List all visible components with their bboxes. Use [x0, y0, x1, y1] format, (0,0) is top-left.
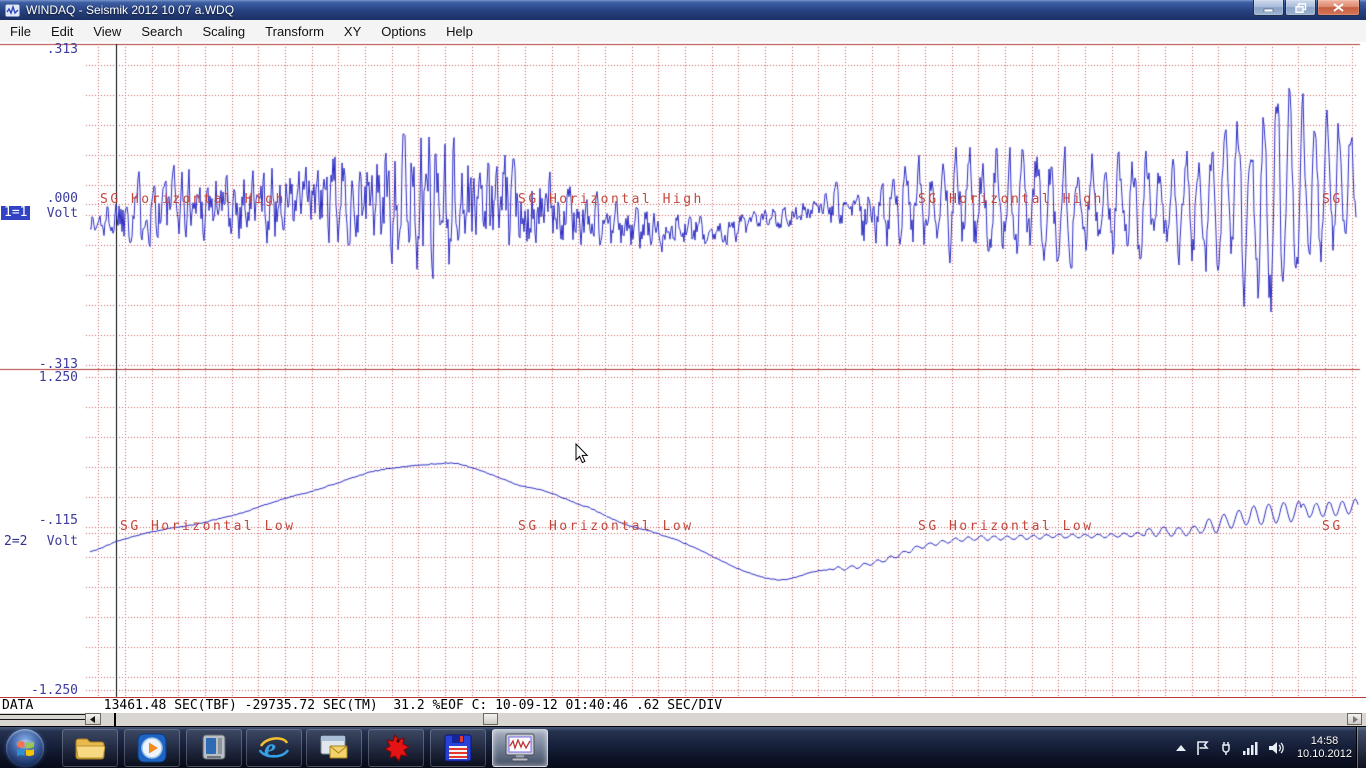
mouse-cursor — [575, 443, 589, 469]
status-data-label: DATA — [0, 698, 33, 713]
taskbar-clock[interactable]: 14:58 10.10.2012 — [1297, 735, 1352, 761]
taskbar-email-app[interactable] — [306, 729, 362, 767]
taskbar-dataq-red-app[interactable] — [368, 729, 424, 767]
clock-date: 10.10.2012 — [1297, 748, 1352, 761]
media-player-icon — [137, 733, 167, 763]
windows-flag-icon — [15, 738, 36, 759]
restore-button[interactable] — [1285, 0, 1316, 16]
action-center-flag-icon[interactable] — [1196, 741, 1209, 755]
menu-item-view[interactable]: View — [83, 21, 131, 42]
scrollbar-left-track — [0, 714, 85, 720]
email-icon — [319, 734, 349, 762]
clock-time: 14:58 — [1297, 735, 1352, 748]
taskbar-internet-explorer[interactable]: e — [246, 729, 302, 767]
minimize-button[interactable] — [1253, 0, 1284, 16]
title-bar[interactable]: WINDAQ - Seismik 2012 10 07 a.WDQ — [0, 0, 1366, 20]
menu-item-help[interactable]: Help — [436, 21, 483, 42]
waveform-monitor-icon — [504, 733, 536, 763]
taskbar-windaq-browser-active[interactable] — [492, 729, 548, 767]
show-desktop-button[interactable] — [1356, 727, 1366, 768]
menu-item-xy[interactable]: XY — [334, 21, 371, 42]
floppy-disk-icon — [443, 733, 473, 763]
menu-item-file[interactable]: File — [0, 21, 41, 42]
file-position-marker — [114, 713, 116, 726]
device-icon — [199, 733, 229, 763]
menu-bar: FileEditViewSearchScalingTransformXYOpti… — [0, 20, 1366, 42]
menu-item-options[interactable]: Options — [371, 21, 436, 42]
volume-icon[interactable] — [1268, 741, 1284, 755]
taskbar-device-app[interactable] — [186, 729, 242, 767]
window-title: WINDAQ - Seismik 2012 10 07 a.WDQ — [26, 3, 234, 17]
status-bar: DATA 13461.48 SEC(TBF) -29735.72 SEC(TM)… — [0, 697, 1366, 714]
waveform-canvas[interactable] — [0, 0, 1366, 768]
scroll-left-button[interactable] — [85, 713, 101, 725]
scrollbar-thumb[interactable] — [483, 713, 498, 725]
taskbar-windows-explorer[interactable] — [62, 729, 118, 767]
scroll-right-button[interactable] — [1347, 713, 1362, 725]
start-button[interactable] — [6, 729, 44, 767]
taskbar: e — [0, 726, 1366, 768]
taskbar-windaq-recorder[interactable] — [430, 729, 486, 767]
menu-item-search[interactable]: Search — [131, 21, 192, 42]
horizontal-scrollbar[interactable] — [0, 713, 1366, 726]
window-controls — [1252, 0, 1360, 16]
taskbar-windows-media-player[interactable] — [124, 729, 180, 767]
windaq-window: WINDAQ - Seismik 2012 10 07 a.WDQ FileEd… — [0, 0, 1366, 768]
hidden-icons-button[interactable] — [1176, 745, 1186, 751]
system-tray: 14:58 10.10.2012 — [1171, 727, 1352, 768]
menu-item-scaling[interactable]: Scaling — [193, 21, 256, 42]
internet-explorer-icon: e — [258, 733, 290, 763]
folder-icon — [74, 734, 106, 762]
red-creature-icon — [381, 733, 411, 763]
status-readout: 13461.48 SEC(TBF) -29735.72 SEC(TM) 31.2… — [33, 698, 722, 713]
remove-hardware-icon[interactable] — [1219, 741, 1233, 755]
windaq-app-icon — [5, 4, 20, 17]
menu-item-edit[interactable]: Edit — [41, 21, 83, 42]
close-button[interactable] — [1317, 0, 1360, 16]
network-signal-icon[interactable] — [1243, 742, 1258, 755]
menu-item-transform[interactable]: Transform — [255, 21, 334, 42]
